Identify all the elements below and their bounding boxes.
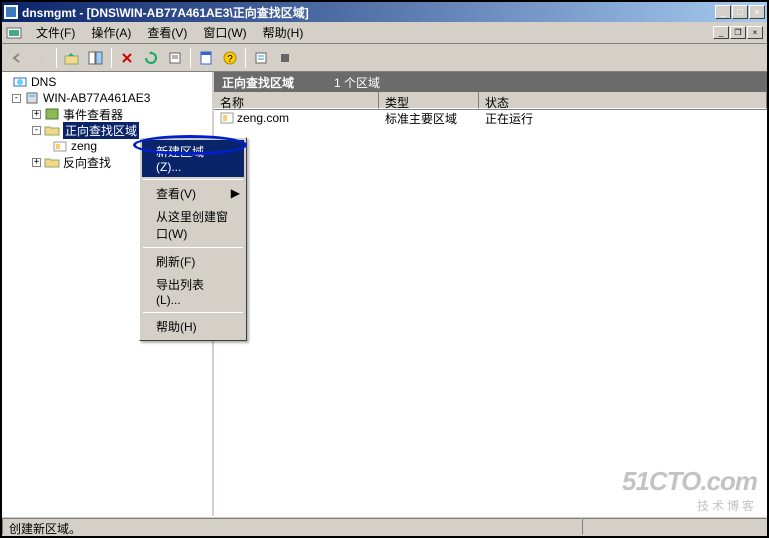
mdi-restore[interactable]: ❐ <box>730 26 746 39</box>
main-header: 正向查找区域 1 个区域 <box>214 72 767 92</box>
tree-reverse-label: 反向查找 <box>63 154 111 171</box>
header-count: 1 个区域 <box>334 74 380 91</box>
col-name[interactable]: 名称 <box>214 92 379 109</box>
tree-forward-label: 正向查找区域 <box>63 122 139 139</box>
toolbar: ? <box>2 44 767 72</box>
cell-type: 标准主要区域 <box>379 110 479 127</box>
col-status[interactable]: 状态 <box>479 92 767 109</box>
collapse-icon[interactable]: - <box>32 126 41 135</box>
window-title: dnsmgmt - [DNS\WIN-AB77A461AE3\正向查找区域] <box>22 4 715 21</box>
separator <box>56 48 57 68</box>
status-panel <box>582 518 767 535</box>
list-header: 名称 类型 状态 <box>214 92 767 110</box>
title-bar: dnsmgmt - [DNS\WIN-AB77A461AE3\正向查找区域] _… <box>2 2 767 22</box>
minimize-button[interactable]: _ <box>715 5 731 19</box>
tree-server-label: WIN-AB77A461AE3 <box>43 91 150 105</box>
separator <box>143 247 243 248</box>
collapse-icon[interactable]: - <box>12 94 21 103</box>
delete-button[interactable] <box>116 47 138 69</box>
help-button[interactable]: ? <box>219 47 241 69</box>
cell-name: zeng.com <box>214 111 379 125</box>
ctx-refresh[interactable]: 刷新(F) <box>142 250 244 273</box>
ctx-new-window[interactable]: 从这里创建窗口(W) <box>142 205 244 245</box>
app-window: dnsmgmt - [DNS\WIN-AB77A461AE3\正向查找区域] _… <box>0 0 769 538</box>
dns-icon <box>12 75 28 89</box>
separator <box>190 48 191 68</box>
server-icon <box>24 91 40 105</box>
cell-status: 正在运行 <box>479 110 767 127</box>
event-viewer-icon <box>44 107 60 121</box>
folder-icon <box>44 155 60 169</box>
tree-event-viewer[interactable]: + 事件查看器 <box>4 106 210 122</box>
svg-text:?: ? <box>227 54 233 65</box>
ctx-new-zone[interactable]: 新建区域(Z)... <box>142 140 244 177</box>
separator <box>111 48 112 68</box>
separator <box>245 48 246 68</box>
tree-event-label: 事件查看器 <box>63 106 123 123</box>
mmc-icon <box>6 25 22 41</box>
folder-open-icon <box>44 123 60 137</box>
tree-server[interactable]: - WIN-AB77A461AE3 <box>4 90 210 106</box>
window-controls: _ □ × <box>715 5 765 19</box>
export-button[interactable] <box>164 47 186 69</box>
expand-icon[interactable]: + <box>32 110 41 119</box>
submenu-arrow-icon: ▶ <box>231 186 240 200</box>
context-menu: 新建区域(Z)... 查看(V)▶ 从这里创建窗口(W) 刷新(F) 导出列表(… <box>139 137 247 341</box>
status-text: 创建新区域。 <box>2 518 582 535</box>
mdi-close[interactable]: × <box>747 26 763 39</box>
menu-bar: 文件(F) 操作(A) 查看(V) 窗口(W) 帮助(H) _ ❐ × <box>2 22 767 44</box>
ctx-view[interactable]: 查看(V)▶ <box>142 182 244 205</box>
main-panel: 正向查找区域 1 个区域 名称 类型 状态 zeng.com 标准主要区域 正在… <box>214 72 767 516</box>
mdi-controls: _ ❐ × <box>713 26 763 39</box>
separator <box>143 179 243 180</box>
status-bar: 创建新区域。 <box>2 516 767 536</box>
forward-button[interactable] <box>30 47 52 69</box>
col-type[interactable]: 类型 <box>379 92 479 109</box>
stop-button[interactable] <box>274 47 296 69</box>
cell-name-text: zeng.com <box>237 111 289 125</box>
tree-root[interactable]: DNS <box>4 74 210 90</box>
show-hide-tree-button[interactable] <box>85 47 107 69</box>
ctx-export[interactable]: 导出列表(L)... <box>142 273 244 310</box>
menu-help[interactable]: 帮助(H) <box>255 22 312 43</box>
zone-icon <box>220 112 234 124</box>
mdi-minimize[interactable]: _ <box>713 26 729 39</box>
refresh-button[interactable] <box>140 47 162 69</box>
menu-action[interactable]: 操作(A) <box>83 22 139 43</box>
filter-button[interactable] <box>250 47 272 69</box>
app-icon <box>4 5 18 19</box>
maximize-button[interactable]: □ <box>732 5 748 19</box>
menu-view[interactable]: 查看(V) <box>139 22 195 43</box>
list-row[interactable]: zeng.com 标准主要区域 正在运行 <box>214 110 767 126</box>
ctx-help[interactable]: 帮助(H) <box>142 315 244 338</box>
tree-forward-zone[interactable]: - 正向查找区域 <box>4 122 210 138</box>
menu-file[interactable]: 文件(F) <box>28 22 83 43</box>
properties-button[interactable] <box>195 47 217 69</box>
header-title: 正向查找区域 <box>222 74 294 91</box>
menu-window[interactable]: 窗口(W) <box>195 22 254 43</box>
content-area: DNS - WIN-AB77A461AE3 + 事件查看器 - 正向查找区域 z… <box>2 72 767 516</box>
zone-icon <box>52 139 68 153</box>
separator <box>143 312 243 313</box>
up-button[interactable] <box>61 47 83 69</box>
back-button[interactable] <box>6 47 28 69</box>
expand-icon[interactable]: + <box>32 158 41 167</box>
close-button[interactable]: × <box>749 5 765 19</box>
tree-zone-label: zeng <box>71 139 97 153</box>
tree-root-label: DNS <box>31 75 56 89</box>
